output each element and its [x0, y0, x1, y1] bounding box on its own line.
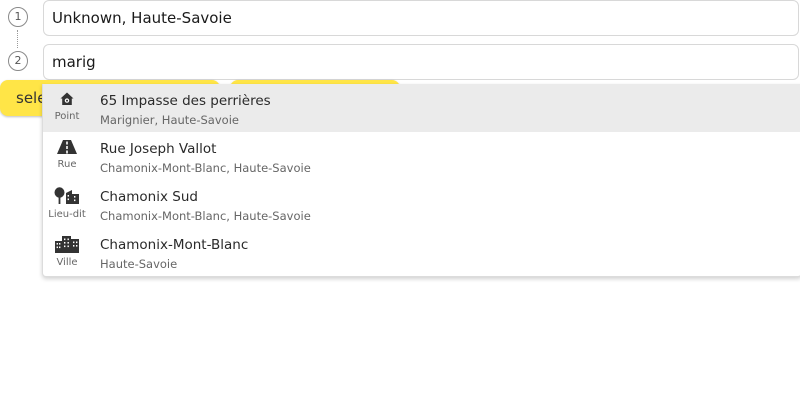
suggestion-subtitle: Chamonix-Mont-Blanc, Haute-Savoie: [100, 161, 311, 175]
step-connector: [17, 30, 18, 48]
city-icon: [55, 236, 79, 253]
suggestion-type-indicator: Lieu-dit: [43, 187, 91, 221]
suggestion-type-label: Ville: [56, 257, 78, 268]
suggestion-item[interactable]: Point 65 Impasse des perrières Marignier…: [43, 84, 800, 132]
suggestion-type-label: Rue: [57, 159, 77, 170]
suggestion-type-indicator: Ville: [43, 235, 91, 269]
step-1-number: 1: [8, 7, 28, 27]
suggestion-item[interactable]: Ville Chamonix-Mont-Blanc Haute-Savoie: [43, 228, 800, 276]
suggestion-title: 65 Impasse des perrières: [100, 93, 271, 109]
suggestion-type-indicator: Point: [43, 91, 91, 123]
suggestion-item[interactable]: Rue Rue Joseph Vallot Chamonix-Mont-Blan…: [43, 132, 800, 180]
road-icon: [57, 140, 77, 154]
suggestion-title: Rue Joseph Vallot: [100, 141, 217, 157]
origin-input[interactable]: [43, 0, 799, 36]
destination-input[interactable]: [43, 44, 799, 80]
suggestion-title: Chamonix-Mont-Blanc: [100, 237, 249, 253]
suggestions-dropdown: Point 65 Impasse des perrières Marignier…: [42, 84, 800, 277]
address-point-icon: [60, 92, 74, 105]
route-planner: 1 2 select Point 65 Impasse des perrière…: [0, 0, 800, 400]
locality-icon: [54, 187, 79, 204]
suggestion-title: Chamonix Sud: [100, 189, 198, 205]
suggestion-subtitle: Haute-Savoie: [100, 257, 178, 271]
suggestion-subtitle: Chamonix-Mont-Blanc, Haute-Savoie: [100, 209, 311, 223]
step-2-number: 2: [8, 51, 28, 71]
suggestion-item[interactable]: Lieu-dit Chamonix Sud Chamonix-Mont-Blan…: [43, 180, 800, 228]
suggestion-type-label: Lieu-dit: [48, 209, 86, 220]
suggestion-type-label: Point: [54, 111, 80, 122]
suggestion-subtitle: Marignier, Haute-Savoie: [100, 113, 239, 127]
suggestion-type-indicator: Rue: [43, 139, 91, 171]
